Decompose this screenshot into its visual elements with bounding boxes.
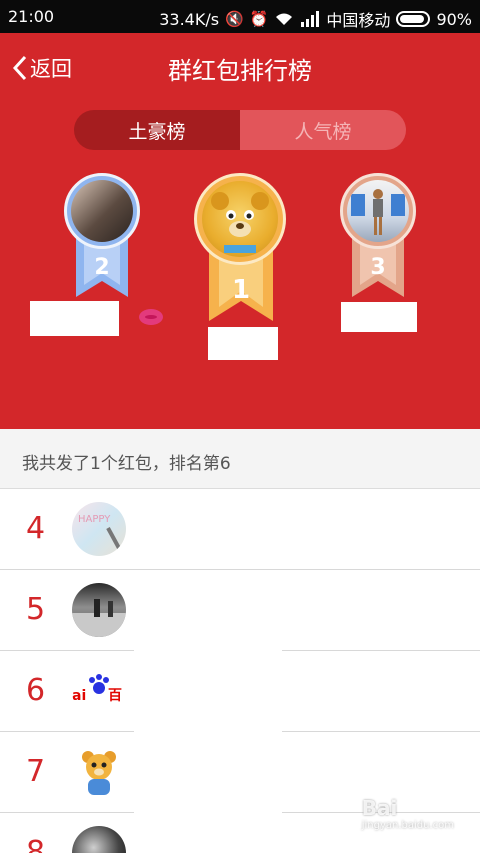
list-item[interactable]: 4 HAPPY bbox=[0, 489, 480, 570]
svg-text:HAPPY: HAPPY bbox=[78, 514, 111, 525]
status-right: 33.4K/s 🔇 ⏰ 中国移动 90% bbox=[159, 7, 472, 31]
list-rank: 7 bbox=[26, 754, 46, 789]
watermark-text: Bai bbox=[361, 796, 398, 820]
list-rank: 8 bbox=[26, 835, 46, 853]
summary-text: 我共发了1个红包，排名第6 bbox=[22, 454, 231, 474]
list-rank: 6 bbox=[26, 673, 46, 708]
name-box-3 bbox=[341, 302, 417, 332]
bear-cartoon-icon bbox=[82, 751, 116, 795]
avatar-3 bbox=[347, 180, 409, 242]
wifi-icon bbox=[276, 13, 293, 25]
happy-photo-icon: HAPPY bbox=[78, 514, 122, 551]
avatar-1 bbox=[202, 181, 278, 257]
rank-number-1: 1 bbox=[231, 275, 251, 305]
list-avatar bbox=[72, 826, 126, 853]
tab-rich[interactable]: 土豪榜 bbox=[74, 110, 240, 150]
status-bar: 21:00 33.4K/s 🔇 ⏰ 中国移动 90% bbox=[0, 0, 480, 33]
list-avatar bbox=[72, 745, 126, 799]
status-time: 21:00 bbox=[8, 7, 55, 26]
network-speed: 33.4K/s bbox=[159, 9, 220, 29]
tab-popular[interactable]: 人气榜 bbox=[240, 110, 406, 150]
name-box-1 bbox=[208, 327, 278, 360]
carrier-name: 中国移动 bbox=[326, 11, 391, 30]
name-mask bbox=[134, 570, 282, 853]
watermark-sub: jingyan.baidu.com bbox=[361, 820, 454, 831]
bear-face-icon bbox=[211, 192, 269, 253]
page-title: 群红包排行榜 bbox=[168, 57, 312, 85]
battery-icon bbox=[396, 11, 431, 27]
battery-percent: 90% bbox=[436, 9, 472, 29]
watermark: Bai jingyan.baidu.com bbox=[362, 796, 454, 831]
list-rank: 4 bbox=[26, 511, 46, 546]
list-avatar: ai 百 bbox=[72, 664, 126, 718]
tab-switcher: 土豪榜 人气榜 bbox=[74, 110, 406, 150]
podium-rank-1[interactable]: 1 bbox=[192, 171, 290, 321]
name-box-2 bbox=[30, 301, 119, 336]
baidu-logo-icon: ai 百 bbox=[72, 674, 122, 704]
list-rank: 5 bbox=[26, 592, 46, 627]
svg-text:百: 百 bbox=[108, 688, 122, 704]
kiss-icon bbox=[139, 309, 163, 325]
street-photo-icon bbox=[72, 599, 126, 637]
person-photo-icon bbox=[351, 189, 405, 235]
podium-rank-3[interactable]: 3 bbox=[338, 171, 418, 301]
svg-text:ai: ai bbox=[72, 688, 86, 704]
signal-icon bbox=[301, 11, 320, 27]
rank-number-3: 3 bbox=[370, 255, 386, 280]
rank-number-2: 2 bbox=[94, 255, 110, 280]
list-avatar: HAPPY bbox=[72, 502, 126, 556]
mute-icon: 🔇 bbox=[225, 10, 244, 28]
header: 返回 群红包排行榜 土豪榜 人气榜 2 1 3 bbox=[0, 33, 480, 429]
list-avatar bbox=[72, 583, 126, 637]
alarm-icon: ⏰ bbox=[249, 10, 269, 28]
summary-strip: 我共发了1个红包，排名第6 bbox=[0, 429, 480, 489]
podium-rank-2[interactable]: 2 bbox=[62, 171, 142, 301]
avatar-2 bbox=[71, 180, 133, 242]
